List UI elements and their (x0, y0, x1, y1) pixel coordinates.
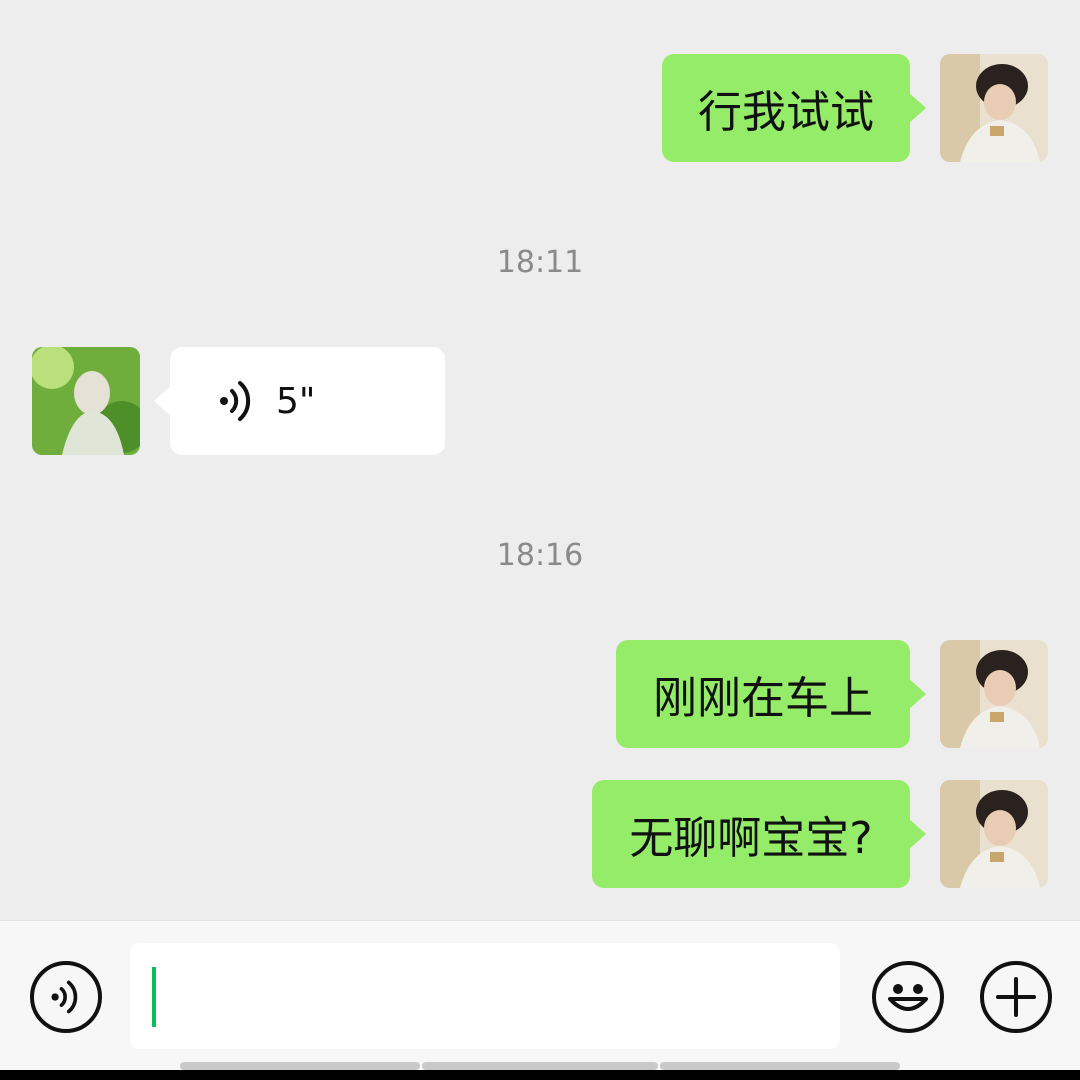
voice-wave-icon (220, 381, 251, 421)
avatar-image (32, 347, 140, 455)
my-avatar[interactable] (940, 54, 1048, 162)
emoji-button[interactable] (872, 961, 944, 1033)
input-bar (0, 920, 1080, 1070)
avatar-image (940, 780, 1048, 888)
message-text: 无聊啊宝宝? (629, 813, 873, 864)
timestamp: 18:16 (496, 538, 584, 573)
keyboard-handle (422, 1062, 658, 1070)
my-avatar[interactable] (940, 780, 1048, 888)
message-bubble-outgoing[interactable]: 刚刚在车上 (616, 640, 926, 748)
avatar-image (940, 640, 1048, 748)
plus-icon (996, 977, 1036, 1017)
message-input[interactable] (130, 943, 840, 1049)
message-bubble-outgoing[interactable]: 无聊啊宝宝? (592, 780, 926, 888)
keyboard-handle (180, 1062, 420, 1070)
contact-avatar[interactable] (32, 347, 140, 455)
message-text: 行我试试 (698, 87, 874, 138)
keyboard-handle (660, 1062, 900, 1070)
voice-mode-icon (51, 980, 78, 1014)
chat-area: 行我试试 18:11 5" 18:16 刚刚在车上 无聊啊宝宝? (0, 0, 1080, 920)
message-text: 刚刚在车上 (653, 673, 873, 724)
avatar-image (940, 54, 1048, 162)
emoji-icon (888, 984, 928, 1011)
more-button[interactable] (980, 961, 1052, 1033)
text-caret (152, 967, 156, 1027)
timestamp: 18:11 (496, 245, 584, 280)
voice-duration: 5" (276, 380, 316, 422)
message-bubble-outgoing[interactable]: 行我试试 (662, 54, 926, 162)
voice-message-bubble[interactable]: 5" (154, 347, 445, 455)
system-bottom-bar (0, 1070, 1080, 1080)
voice-mode-button[interactable] (30, 961, 102, 1033)
my-avatar[interactable] (940, 640, 1048, 748)
